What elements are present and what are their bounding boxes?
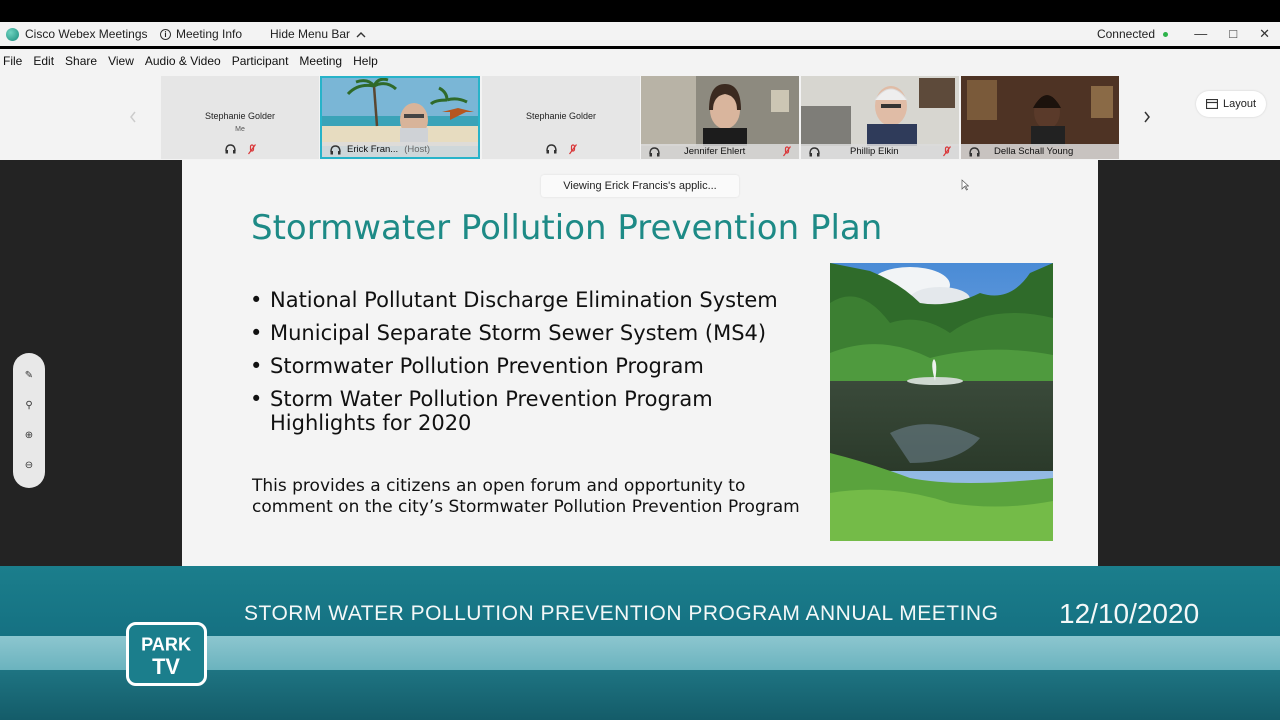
muted-mic-icon [247,144,256,155]
broadcast-headline: STORM WATER POLLUTION PREVENTION PROGRAM… [244,602,999,625]
slide-bullet: Municipal Separate Storm Sewer System (M… [250,321,810,345]
hide-menu-bar-label: Hide Menu Bar [270,27,351,41]
viewing-banner: Viewing Erick Francis's applic... [541,175,739,197]
maximize-icon[interactable]: □ [1229,26,1237,42]
participant-name-bar: Erick Fran... (Host) [322,142,478,157]
participant-tile-della[interactable]: Della Schall Young [961,76,1119,159]
pond-fountain-photo [830,263,1053,541]
remote-control-icon[interactable]: ⚲ [25,400,32,411]
viewing-banner-text: Viewing Erick Francis's applic... [563,180,717,192]
menu-view[interactable]: View [108,54,134,68]
host-role-label: (Host) [404,144,431,155]
layout-button-label: Layout [1222,98,1257,110]
svg-text:PARK: PARK [141,634,191,654]
muted-mic-icon [783,146,791,157]
annotate-icon[interactable]: ✎ [25,370,33,381]
participant-video-feed [641,76,799,146]
headset-icon [330,144,341,154]
connection-status-label: Connected [1096,27,1155,41]
info-icon: i [160,28,171,40]
app-title: Cisco Webex Meetings [0,27,160,41]
broadcast-date: 12/10/2020 [1059,598,1200,629]
participant-name: Jennifer Ehlert [684,146,746,157]
participant-status-icons [161,144,319,155]
participant-name-bar: Phillip Elkin [801,144,959,159]
muted-mic-icon [568,144,577,155]
svg-text:TV: TV [152,654,180,679]
participant-video-feed [801,76,959,146]
headset-icon [545,144,557,154]
chevron-up-icon [356,31,366,37]
annotation-toolbar: ✎ ⚲ ⊕ ⊖ [13,353,45,488]
slide-bullet: Stormwater Pollution Prevention Program [250,354,810,378]
participant-tile-jennifer[interactable]: Jennifer Ehlert [641,76,799,159]
close-icon[interactable]: ✕ [1259,26,1270,42]
participant-name: Phillip Elkin [850,146,899,157]
layout-button[interactable]: Layout [1196,91,1266,117]
participant-name: Erick Fran... [347,144,399,155]
hide-menu-bar-button[interactable]: Hide Menu Bar [270,27,366,41]
slide-bullet-list: National Pollutant Discharge Elimination… [250,288,810,444]
participant-tile-erick-host[interactable]: Erick Fran... (Host) [320,76,480,159]
window-controls: — □ ✕ [1194,26,1270,42]
screen: Cisco Webex Meetings i Meeting Info Hide… [0,0,1280,720]
chevron-left-icon [130,111,136,123]
participant-name-bar: Della Schall Young [961,144,1119,159]
headset-icon [649,146,660,156]
zoom-in-icon[interactable]: ⊕ [25,430,33,441]
participant-name: Della Schall Young [994,146,1074,157]
participant-name-bar: Jennifer Ehlert [641,144,799,159]
participant-tile-stephanie[interactable]: Stephanie Golder [482,76,640,159]
muted-mic-icon [943,146,951,157]
connected-dot-icon [1163,31,1168,37]
mouse-cursor-icon [961,179,969,191]
layout-icon [1205,99,1218,109]
meeting-info-label: Meeting Info [176,27,243,41]
meeting-info-button[interactable]: i Meeting Info [160,27,270,41]
headset-icon [809,146,820,156]
participant-tile-stephanie-me[interactable]: Stephanie Golder Me [161,76,319,159]
webex-logo-icon [6,27,19,41]
menu-share[interactable]: Share [65,54,97,68]
minimize-icon[interactable]: — [1194,26,1207,42]
menu-participant[interactable]: Participant [232,54,289,68]
menu-meeting[interactable]: Meeting [299,54,342,68]
participant-tile-phillip[interactable]: Phillip Elkin [801,76,959,159]
chevron-right-icon [1144,111,1150,123]
slide-bullet: Storm Water Pollution Prevention Program… [250,387,750,435]
connection-status: Connected [1097,27,1168,41]
participant-video-feed [961,76,1119,146]
next-participants-button[interactable] [1136,106,1158,128]
menu-help[interactable]: Help [353,54,378,68]
headset-icon [969,146,980,156]
participant-me-label: Me [235,126,245,133]
participant-status-icons [482,144,640,155]
participant-name: Stephanie Golder [525,111,597,121]
menu-audio-video[interactable]: Audio & Video [145,54,221,68]
host-video-feed [322,78,478,146]
app-name: Cisco Webex Meetings [25,27,148,41]
headset-icon [224,144,236,154]
zoom-out-icon[interactable]: ⊖ [25,460,33,471]
slide-bullet: National Pollutant Discharge Elimination… [250,288,810,312]
park-tv-logo: PARK TV [126,622,207,686]
participant-name: Stephanie Golder [204,111,276,121]
menu-bar: File Edit Share View Audio & Video Parti… [0,49,1280,73]
menu-edit[interactable]: Edit [33,54,54,68]
previous-participants-button[interactable] [122,106,144,128]
slide-title: Stormwater Pollution Prevention Plan [251,208,883,248]
slide-note: This provides a citizens an open forum a… [252,476,800,517]
menu-file[interactable]: File [3,54,22,68]
title-bar: Cisco Webex Meetings i Meeting Info Hide… [0,22,1280,46]
